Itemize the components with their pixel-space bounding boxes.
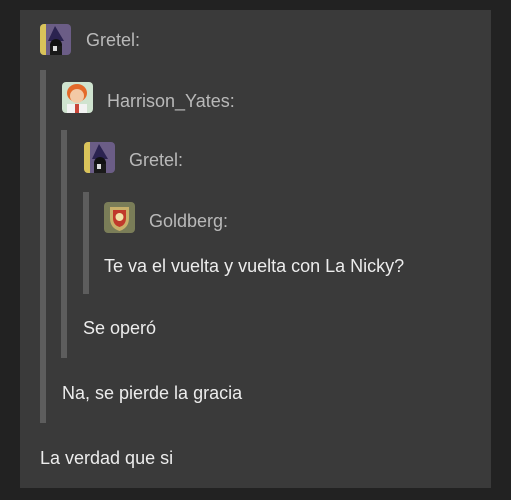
message-text-harrison: Na, se pierde la gracia — [62, 383, 243, 403]
quote-bar-level-3 — [83, 192, 89, 294]
quote-author: Gretel: — [86, 30, 141, 50]
quote-bar-level-1 — [40, 70, 46, 423]
message-text-gretel-inner: Se operó — [83, 318, 157, 338]
quote-author: Gretel: — [129, 150, 184, 170]
wizard-avatar-icon[interactable] — [40, 24, 71, 55]
wizard-avatar-icon[interactable] — [84, 142, 115, 173]
message-text-goldberg: Te va el vuelta y vuelta con La Nicky? — [104, 256, 405, 276]
message-text-gretel-outer: La verdad que si — [40, 448, 174, 468]
quote-author: Goldberg: — [149, 211, 229, 231]
quote-author: Harrison_Yates: — [107, 91, 235, 111]
crest-avatar-icon[interactable] — [104, 202, 135, 233]
red-haired-person-avatar-icon[interactable] — [62, 82, 93, 113]
quote-bar-level-2 — [61, 130, 67, 358]
